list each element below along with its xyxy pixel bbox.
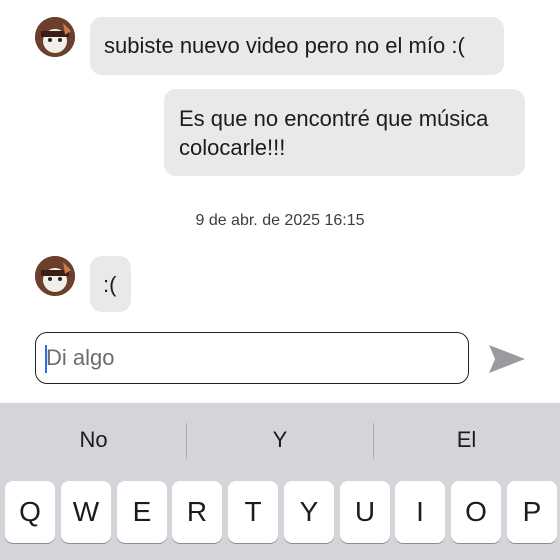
incoming-message-bubble[interactable]: :( [90, 256, 131, 312]
message-timestamp: 9 de abr. de 2025 16:15 [195, 212, 365, 229]
key-q[interactable]: Q [5, 481, 55, 543]
suggestion-item[interactable]: El [373, 403, 560, 477]
message-text: Es que no encontré que música colocarle!… [179, 106, 489, 160]
avatar-image [35, 256, 75, 296]
key-y[interactable]: Y [284, 481, 334, 543]
key-e[interactable]: E [117, 481, 167, 543]
text-caret [45, 345, 47, 373]
key-o[interactable]: O [451, 481, 501, 543]
contact-avatar[interactable] [35, 17, 75, 57]
key-p[interactable]: P [507, 481, 557, 543]
incoming-message-bubble[interactable]: subiste nuevo video pero no el mío :( [90, 17, 504, 75]
contact-avatar[interactable] [35, 256, 75, 296]
suggestion-item[interactable]: No [0, 403, 187, 477]
message-text: :( [103, 272, 117, 297]
avatar-image [35, 17, 75, 57]
key-w[interactable]: W [61, 481, 111, 543]
message-input[interactable] [36, 333, 468, 383]
suggestion-item[interactable]: Y [187, 403, 373, 477]
send-icon [489, 345, 525, 373]
suggestion-bar: No Y El [0, 403, 560, 477]
keyboard: No Y El Q W E R T Y U I O P [0, 403, 560, 560]
key-i[interactable]: I [395, 481, 445, 543]
outgoing-message-bubble[interactable]: Es que no encontré que música colocarle!… [164, 89, 525, 176]
send-button[interactable] [486, 342, 528, 376]
key-r[interactable]: R [172, 481, 222, 543]
message-text: subiste nuevo video pero no el mío :( [104, 33, 465, 58]
key-u[interactable]: U [340, 481, 390, 543]
message-input-container[interactable] [35, 332, 469, 384]
key-t[interactable]: T [228, 481, 278, 543]
